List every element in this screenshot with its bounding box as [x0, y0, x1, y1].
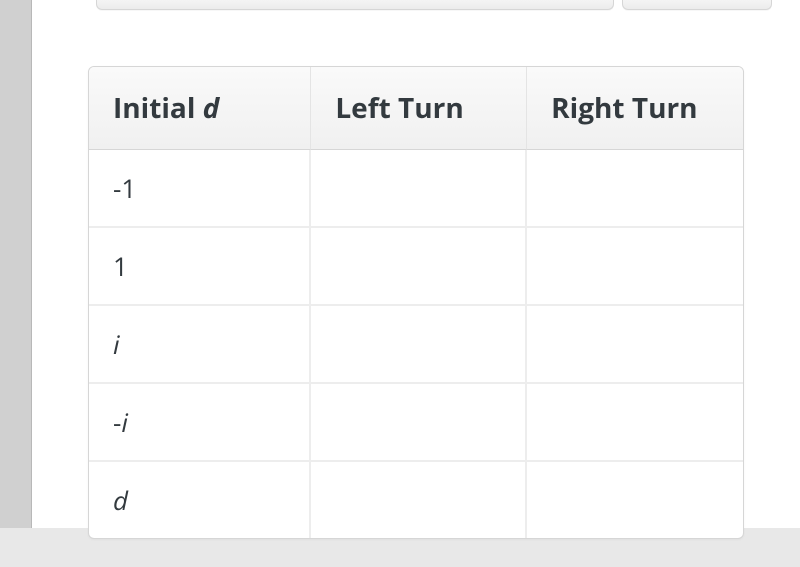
header-initial-d: Initial d — [89, 67, 311, 150]
cell-initial: i — [89, 306, 311, 384]
table-row: 1 — [89, 228, 743, 306]
table-row: -i — [89, 384, 743, 462]
cell-initial-var: i — [121, 404, 128, 440]
cell-initial-plain: -1 — [113, 170, 136, 206]
cell-right-turn — [527, 150, 743, 228]
header-initial-variable: d — [203, 89, 220, 127]
cell-left-turn — [311, 384, 527, 462]
table-row: d — [89, 462, 743, 538]
cell-left-turn — [311, 150, 527, 228]
cell-left-turn — [311, 306, 527, 384]
cell-initial-plain: 1 — [113, 248, 128, 284]
table-row: -1 — [89, 150, 743, 228]
table-row: i — [89, 306, 743, 384]
cell-right-turn — [527, 384, 743, 462]
cell-initial: d — [89, 462, 311, 538]
header-left-turn: Left Turn — [311, 67, 527, 150]
cutoff-top-elements — [32, 0, 800, 10]
cell-initial: 1 — [89, 228, 311, 306]
cutoff-element-left — [96, 0, 614, 10]
cell-right-turn — [527, 462, 743, 538]
cell-initial: -1 — [89, 150, 311, 228]
direction-turn-table: Initial d Left Turn Right Turn -1 1 — [88, 66, 744, 539]
cell-initial-var: d — [113, 482, 128, 518]
header-initial-prefix: Initial — [113, 89, 203, 127]
cell-right-turn — [527, 306, 743, 384]
cell-initial: -i — [89, 384, 311, 462]
cell-right-turn — [527, 228, 743, 306]
table-header-row: Initial d Left Turn Right Turn — [89, 67, 743, 150]
content-area: Initial d Left Turn Right Turn -1 1 — [32, 0, 800, 528]
cutoff-element-right — [622, 0, 772, 10]
header-right-turn: Right Turn — [527, 67, 743, 150]
table-container: Initial d Left Turn Right Turn -1 1 — [32, 10, 800, 567]
cell-initial-var: i — [113, 326, 120, 362]
cell-left-turn — [311, 228, 527, 306]
cell-left-turn — [311, 462, 527, 538]
page-gutter — [0, 0, 32, 528]
